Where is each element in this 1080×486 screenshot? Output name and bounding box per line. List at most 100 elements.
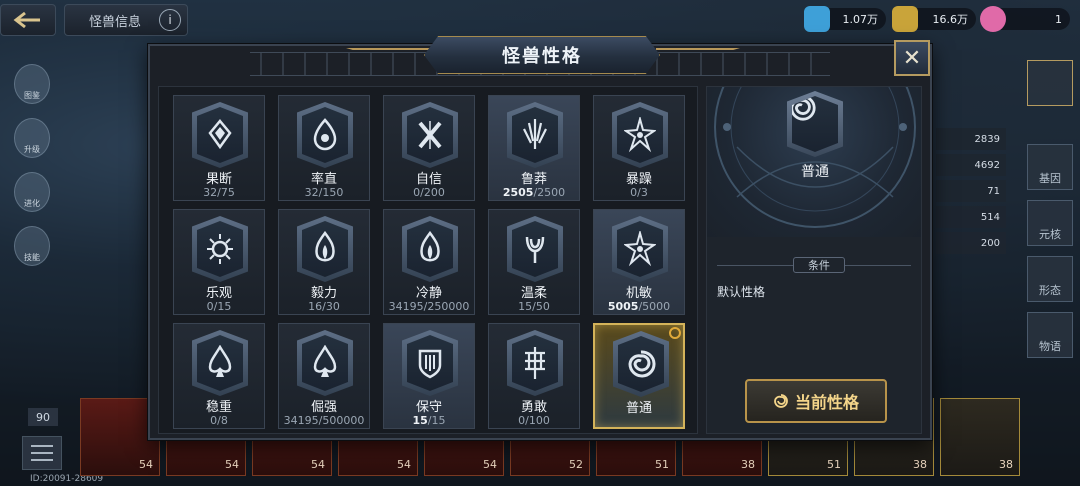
trait-name: 稳重 (205, 400, 232, 415)
trait-progress: 0/15 (174, 300, 264, 313)
trait-cell-12[interactable]: 保守 15/15 (383, 323, 475, 429)
flame-icon (420, 231, 440, 262)
trait-badge (612, 216, 668, 282)
trait-progress: 32/150 (279, 186, 369, 199)
trait-progress-max: 75 (220, 186, 235, 199)
trait-name: 果断 (205, 172, 232, 187)
trait-progress: 34195/250000 (384, 300, 474, 313)
trait-progress-max: 250000 (427, 300, 470, 313)
trait-progress: 2505/2500 (489, 186, 579, 199)
side-tab-story[interactable]: 物语 (1027, 312, 1073, 358)
trait-progress-max: 500000 (322, 414, 365, 427)
side-item-3[interactable]: 技能 (14, 226, 50, 266)
trait-badge (192, 330, 248, 396)
trait-name: 率直 (310, 172, 337, 187)
trait-badge-inner (197, 221, 243, 277)
magic-circle-art: 普通 (707, 87, 921, 237)
trait-name: 勇敢 (520, 400, 547, 415)
currency-special[interactable]: 1 (980, 6, 1070, 32)
currency-gems[interactable]: 1.07万 (804, 6, 886, 32)
trait-badge (402, 102, 458, 168)
detail-trait-name: 普通 (801, 164, 829, 180)
trait-progress: 15/15 (384, 414, 474, 427)
current-personality-button[interactable]: 当前性格 (745, 379, 887, 423)
side-item-0[interactable]: 图鉴 (14, 64, 50, 104)
trait-badge (507, 216, 563, 282)
monster-info-button[interactable]: 怪兽信息 i (64, 4, 188, 36)
trait-progress: 16/30 (279, 300, 369, 313)
side-tab-gene[interactable]: 基因 (1027, 144, 1073, 190)
trait-name: 倔强 (310, 400, 337, 415)
side-tab-form[interactable]: 形态 (1027, 256, 1073, 302)
spade-icon (313, 345, 337, 377)
trait-badge (507, 330, 563, 396)
side-tab-active[interactable] (1027, 60, 1073, 106)
trait-grid: 果断 32/75 率直 32/150 自信 0/200 鲁莽 2505/2500 暴躁 0/3 乐观… (158, 86, 698, 434)
back-button[interactable] (0, 4, 56, 36)
stat-row: 200 (936, 232, 1006, 254)
trait-progress: 32/75 (174, 186, 264, 199)
back-arrow-icon (13, 11, 40, 29)
trait-progress-current: 32 (304, 186, 319, 199)
trait-badge (507, 102, 563, 168)
trait-progress-current: 34195 (283, 414, 319, 427)
trait-cell-13[interactable]: 勇敢 0/100 (488, 323, 580, 429)
trait-name: 暴躁 (625, 172, 652, 187)
trait-progress-max: 15 (431, 414, 446, 427)
claw-icon (523, 119, 547, 149)
selected-swirl-icon (669, 327, 681, 339)
trait-cell-14[interactable]: 普通 (593, 323, 685, 429)
side-item-1[interactable]: 升级 (14, 118, 50, 158)
trait-cell-8[interactable]: 温柔 15/50 (488, 209, 580, 315)
trait-cell-5[interactable]: 乐观 0/15 (173, 209, 265, 315)
currency-gold[interactable]: 16.6万 (892, 6, 976, 32)
trait-progress-max: 100 (528, 414, 550, 427)
trait-progress-current: 15 (518, 300, 533, 313)
menu-line (31, 452, 53, 454)
trait-cell-10[interactable]: 稳重 0/8 (173, 323, 265, 429)
side-tab-core[interactable]: 元核 (1027, 200, 1073, 246)
gold-coin-icon (892, 6, 918, 32)
trait-progress-max: 15 (217, 300, 232, 313)
detail-trait-badge (787, 91, 843, 157)
trait-cell-1[interactable]: 率直 32/150 (278, 95, 370, 201)
side-item-2[interactable]: 进化 (14, 172, 50, 212)
trait-badge-inner (197, 335, 243, 391)
modal-title: 怪兽性格 (502, 46, 582, 67)
trait-cell-7[interactable]: 冷静 34195/250000 (383, 209, 475, 315)
currency-gold-value: 16.6万 (932, 13, 969, 26)
trait-cell-2[interactable]: 自信 0/200 (383, 95, 475, 201)
trait-cell-0[interactable]: 果断 32/75 (173, 95, 265, 201)
trait-badge-inner (617, 221, 663, 277)
blue-gem-icon (804, 6, 830, 32)
modal-title-plate: 怪兽性格 (424, 36, 660, 74)
trait-badge (612, 102, 668, 168)
menu-button[interactable] (22, 436, 62, 470)
trait-cell-11[interactable]: 倔强 34195/500000 (278, 323, 370, 429)
trait-cell-3[interactable]: 鲁莽 2505/2500 (488, 95, 580, 201)
trait-progress-current: 16 (308, 300, 323, 313)
flame-icon (315, 231, 335, 262)
trait-badge-inner (407, 107, 453, 163)
tulip-icon (525, 236, 545, 263)
trait-progress: 0/3 (594, 186, 684, 199)
tower-icon (525, 347, 545, 379)
trait-progress-max: 3 (640, 186, 648, 199)
currency-gems-value: 1.07万 (842, 13, 879, 26)
info-icon: i (159, 9, 181, 31)
trait-cell-9[interactable]: 机敏 5005/5000 (593, 209, 685, 315)
personality-modal: 怪兽性格 ✕ 果断 32/75 率直 32/150 自信 0/200 鲁莽 2505/2500… (148, 36, 932, 440)
trait-cell-4[interactable]: 暴躁 0/3 (593, 95, 685, 201)
trait-cell-6[interactable]: 毅力 16/30 (278, 209, 370, 315)
trait-name: 毅力 (310, 286, 337, 301)
monster-card[interactable]: 38 (940, 398, 1020, 476)
trait-detail-panel: 普通 条件 默认性格 当前性格 (706, 86, 922, 434)
close-button[interactable]: ✕ (894, 40, 930, 76)
trait-badge-inner (407, 335, 453, 391)
trait-badge-inner (617, 107, 663, 163)
trait-progress-current: 15 (412, 414, 428, 427)
monster-info-label: 怪兽信息 (89, 14, 142, 30)
swirl-icon (628, 350, 656, 378)
stat-row: 514 (936, 206, 1006, 228)
trait-progress: 5005/5000 (594, 300, 684, 313)
